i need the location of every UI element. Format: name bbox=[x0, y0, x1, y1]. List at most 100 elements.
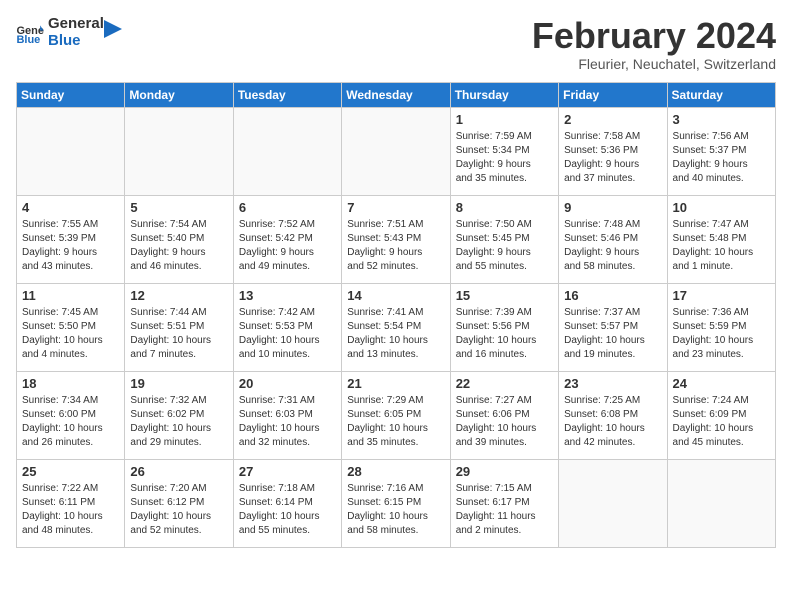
calendar-cell bbox=[125, 107, 233, 195]
logo-general: General bbox=[48, 16, 104, 33]
calendar-week-3: 11 Sunrise: 7:45 AM Sunset: 5:50 PM Dayli… bbox=[17, 283, 776, 371]
calendar-cell: 22 Sunrise: 7:27 AM Sunset: 6:06 PM Dayli… bbox=[450, 371, 558, 459]
svg-text:Blue: Blue bbox=[16, 34, 40, 44]
calendar-cell: 1 Sunrise: 7:59 AM Sunset: 5:34 PM Daylig… bbox=[450, 107, 558, 195]
day-number: 10 bbox=[673, 200, 770, 215]
day-number: 21 bbox=[347, 376, 444, 391]
calendar-week-2: 4 Sunrise: 7:55 AM Sunset: 5:39 PM Daylig… bbox=[17, 195, 776, 283]
calendar-cell bbox=[667, 459, 775, 547]
day-number: 19 bbox=[130, 376, 227, 391]
day-number: 9 bbox=[564, 200, 661, 215]
day-info: Sunrise: 7:47 AM Sunset: 5:48 PM Dayligh… bbox=[673, 218, 770, 274]
weekday-header-wednesday: Wednesday bbox=[342, 82, 450, 107]
calendar-week-1: 1 Sunrise: 7:59 AM Sunset: 5:34 PM Daylig… bbox=[17, 107, 776, 195]
day-info: Sunrise: 7:27 AM Sunset: 6:06 PM Dayligh… bbox=[456, 394, 553, 450]
weekday-header-friday: Friday bbox=[559, 82, 667, 107]
calendar-cell bbox=[17, 107, 125, 195]
calendar-cell: 3 Sunrise: 7:56 AM Sunset: 5:37 PM Daylig… bbox=[667, 107, 775, 195]
calendar-cell: 23 Sunrise: 7:25 AM Sunset: 6:08 PM Dayli… bbox=[559, 371, 667, 459]
page-header: General Blue General Blue February 2024 … bbox=[16, 16, 776, 72]
calendar-cell: 25Sunrise: 7:22 AM Sunset: 6:11 PM Dayli… bbox=[17, 459, 125, 547]
calendar-cell: 27 Sunrise: 7:18 AM Sunset: 6:14 PM Dayli… bbox=[233, 459, 341, 547]
calendar-cell: 14Sunrise: 7:41 AM Sunset: 5:54 PM Dayli… bbox=[342, 283, 450, 371]
day-info: Sunrise: 7:50 AM Sunset: 5:45 PM Dayligh… bbox=[456, 218, 553, 274]
day-info: Sunrise: 7:41 AM Sunset: 5:54 PM Dayligh… bbox=[347, 306, 444, 362]
day-info: Sunrise: 7:29 AM Sunset: 6:05 PM Dayligh… bbox=[347, 394, 444, 450]
calendar-cell: 4 Sunrise: 7:55 AM Sunset: 5:39 PM Daylig… bbox=[17, 195, 125, 283]
calendar-week-5: 25Sunrise: 7:22 AM Sunset: 6:11 PM Dayli… bbox=[17, 459, 776, 547]
day-info: Sunrise: 7:54 AM Sunset: 5:40 PM Dayligh… bbox=[130, 218, 227, 274]
day-info: Sunrise: 7:55 AM Sunset: 5:39 PM Dayligh… bbox=[22, 218, 119, 274]
weekday-header-thursday: Thursday bbox=[450, 82, 558, 107]
logo-icon: General Blue bbox=[16, 22, 44, 44]
calendar-cell: 13Sunrise: 7:42 AM Sunset: 5:53 PM Dayli… bbox=[233, 283, 341, 371]
calendar-cell: 17Sunrise: 7:36 AM Sunset: 5:59 PM Dayli… bbox=[667, 283, 775, 371]
calendar-cell: 20 Sunrise: 7:31 AM Sunset: 6:03 PM Dayli… bbox=[233, 371, 341, 459]
day-info: Sunrise: 7:56 AM Sunset: 5:37 PM Dayligh… bbox=[673, 130, 770, 186]
day-info: Sunrise: 7:59 AM Sunset: 5:34 PM Dayligh… bbox=[456, 130, 553, 186]
calendar-cell: 18 Sunrise: 7:34 AM Sunset: 6:00 PM Dayli… bbox=[17, 371, 125, 459]
title-section: February 2024 Fleurier, Neuchatel, Switz… bbox=[532, 16, 776, 72]
calendar-cell: 26Sunrise: 7:20 AM Sunset: 6:12 PM Dayli… bbox=[125, 459, 233, 547]
calendar-cell: 24 Sunrise: 7:24 AM Sunset: 6:09 PM Dayli… bbox=[667, 371, 775, 459]
calendar-cell: 5Sunrise: 7:54 AM Sunset: 5:40 PM Daylig… bbox=[125, 195, 233, 283]
calendar-table: SundayMondayTuesdayWednesdayThursdayFrid… bbox=[16, 82, 776, 548]
day-info: Sunrise: 7:44 AM Sunset: 5:51 PM Dayligh… bbox=[130, 306, 227, 362]
day-info: Sunrise: 7:18 AM Sunset: 6:14 PM Dayligh… bbox=[239, 482, 336, 538]
day-info: Sunrise: 7:58 AM Sunset: 5:36 PM Dayligh… bbox=[564, 130, 661, 186]
calendar-cell bbox=[342, 107, 450, 195]
day-number: 18 bbox=[22, 376, 119, 391]
day-number: 20 bbox=[239, 376, 336, 391]
day-info: Sunrise: 7:25 AM Sunset: 6:08 PM Dayligh… bbox=[564, 394, 661, 450]
logo-blue: Blue bbox=[48, 33, 104, 50]
calendar-cell: 2 Sunrise: 7:58 AM Sunset: 5:36 PM Daylig… bbox=[559, 107, 667, 195]
day-number: 12 bbox=[130, 288, 227, 303]
calendar-week-4: 18 Sunrise: 7:34 AM Sunset: 6:00 PM Dayli… bbox=[17, 371, 776, 459]
calendar-cell: 15 Sunrise: 7:39 AM Sunset: 5:56 PM Dayli… bbox=[450, 283, 558, 371]
day-number: 27 bbox=[239, 464, 336, 479]
calendar-cell: 9 Sunrise: 7:48 AM Sunset: 5:46 PM Daylig… bbox=[559, 195, 667, 283]
day-number: 22 bbox=[456, 376, 553, 391]
day-number: 15 bbox=[456, 288, 553, 303]
day-info: Sunrise: 7:42 AM Sunset: 5:53 PM Dayligh… bbox=[239, 306, 336, 362]
weekday-header-sunday: Sunday bbox=[17, 82, 125, 107]
weekday-header-row: SundayMondayTuesdayWednesdayThursdayFrid… bbox=[17, 82, 776, 107]
day-number: 4 bbox=[22, 200, 119, 215]
day-number: 25 bbox=[22, 464, 119, 479]
day-info: Sunrise: 7:45 AM Sunset: 5:50 PM Dayligh… bbox=[22, 306, 119, 362]
day-number: 3 bbox=[673, 112, 770, 127]
day-number: 1 bbox=[456, 112, 553, 127]
day-number: 6 bbox=[239, 200, 336, 215]
day-number: 23 bbox=[564, 376, 661, 391]
day-number: 24 bbox=[673, 376, 770, 391]
day-number: 11 bbox=[22, 288, 119, 303]
day-info: Sunrise: 7:15 AM Sunset: 6:17 PM Dayligh… bbox=[456, 482, 553, 538]
day-number: 16 bbox=[564, 288, 661, 303]
day-info: Sunrise: 7:37 AM Sunset: 5:57 PM Dayligh… bbox=[564, 306, 661, 362]
calendar-cell: 28 Sunrise: 7:16 AM Sunset: 6:15 PM Dayli… bbox=[342, 459, 450, 547]
day-info: Sunrise: 7:52 AM Sunset: 5:42 PM Dayligh… bbox=[239, 218, 336, 274]
calendar-cell: 21 Sunrise: 7:29 AM Sunset: 6:05 PM Dayli… bbox=[342, 371, 450, 459]
day-info: Sunrise: 7:16 AM Sunset: 6:15 PM Dayligh… bbox=[347, 482, 444, 538]
day-number: 2 bbox=[564, 112, 661, 127]
calendar-cell: 6 Sunrise: 7:52 AM Sunset: 5:42 PM Daylig… bbox=[233, 195, 341, 283]
day-number: 8 bbox=[456, 200, 553, 215]
day-number: 28 bbox=[347, 464, 444, 479]
weekday-header-saturday: Saturday bbox=[667, 82, 775, 107]
calendar-cell: 12 Sunrise: 7:44 AM Sunset: 5:51 PM Dayli… bbox=[125, 283, 233, 371]
day-info: Sunrise: 7:48 AM Sunset: 5:46 PM Dayligh… bbox=[564, 218, 661, 274]
day-number: 7 bbox=[347, 200, 444, 215]
calendar-cell bbox=[559, 459, 667, 547]
day-info: Sunrise: 7:20 AM Sunset: 6:12 PM Dayligh… bbox=[130, 482, 227, 538]
day-info: Sunrise: 7:36 AM Sunset: 5:59 PM Dayligh… bbox=[673, 306, 770, 362]
day-info: Sunrise: 7:39 AM Sunset: 5:56 PM Dayligh… bbox=[456, 306, 553, 362]
day-info: Sunrise: 7:51 AM Sunset: 5:43 PM Dayligh… bbox=[347, 218, 444, 274]
location-subtitle: Fleurier, Neuchatel, Switzerland bbox=[532, 56, 776, 72]
calendar-cell: 10 Sunrise: 7:47 AM Sunset: 5:48 PM Dayli… bbox=[667, 195, 775, 283]
day-info: Sunrise: 7:24 AM Sunset: 6:09 PM Dayligh… bbox=[673, 394, 770, 450]
day-info: Sunrise: 7:31 AM Sunset: 6:03 PM Dayligh… bbox=[239, 394, 336, 450]
day-info: Sunrise: 7:34 AM Sunset: 6:00 PM Dayligh… bbox=[22, 394, 119, 450]
calendar-cell: 29Sunrise: 7:15 AM Sunset: 6:17 PM Dayli… bbox=[450, 459, 558, 547]
month-title: February 2024 bbox=[532, 16, 776, 56]
calendar-cell: 19Sunrise: 7:32 AM Sunset: 6:02 PM Dayli… bbox=[125, 371, 233, 459]
